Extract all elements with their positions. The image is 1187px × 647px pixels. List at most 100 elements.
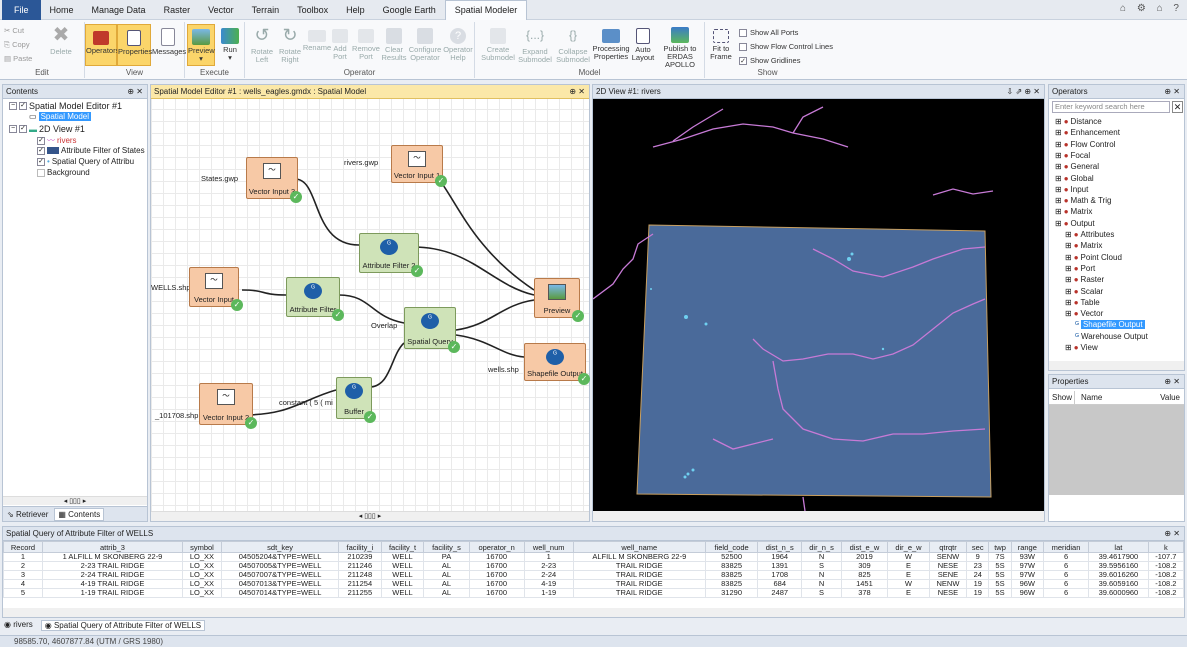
operator-help-button[interactable]: ? Operator Help xyxy=(442,24,474,62)
node-vector-input-3[interactable]: 〜 Vector Input 3 ✓ xyxy=(246,157,302,203)
tab-contents[interactable]: ▦ Contents xyxy=(54,507,105,521)
tree-item-rivers[interactable]: ✓ 〰 rivers xyxy=(37,135,77,146)
node-vector-input-1[interactable]: 〜 Vector Input 1 ✓ xyxy=(391,145,447,187)
pin-close-icon[interactable]: ⊕ ✕ xyxy=(127,85,143,98)
column-header[interactable]: facility_t xyxy=(380,541,425,553)
show-gridlines-checkbox[interactable]: ✓ Show Gridlines xyxy=(739,56,800,66)
collapse-submodel-button[interactable]: {} Collapse Submodel xyxy=(555,24,591,64)
clear-results-button[interactable]: Clear Results xyxy=(380,24,408,62)
column-header[interactable]: well_num xyxy=(523,541,574,553)
menu-manage-data[interactable]: Manage Data xyxy=(83,0,155,20)
operators-scrollbar[interactable] xyxy=(1049,361,1184,370)
column-header[interactable]: sdt_key xyxy=(220,541,340,553)
operator-item[interactable]: ⊞ ● Scalar xyxy=(1065,287,1103,296)
view-toolbar-icons[interactable]: ⇩ ⇗ ⊕ ✕ xyxy=(1007,85,1040,98)
column-header[interactable]: lat xyxy=(1088,541,1149,553)
column-header[interactable]: operator_n xyxy=(468,541,525,553)
operator-item[interactable]: ⊞ ● Math & Trig xyxy=(1055,196,1111,205)
operators-button[interactable]: Operators xyxy=(85,24,119,66)
processing-properties-button[interactable]: Processing Properties xyxy=(592,24,630,61)
model-editor-panel[interactable]: Spatial Model Editor #1 : wells_eagles.g… xyxy=(150,84,590,522)
column-header[interactable]: qtrqtr xyxy=(928,541,968,553)
messages-button[interactable]: Messages xyxy=(152,24,186,56)
table-scrollbar[interactable] xyxy=(3,608,1184,617)
operator-item[interactable]: ᴳ Warehouse Output xyxy=(1075,332,1148,341)
expand-submodel-button[interactable]: {...} Expand Submodel xyxy=(517,24,553,64)
node-spatial-query[interactable]: ᴳ Spatial Query ✓ xyxy=(404,307,460,353)
add-port-button[interactable]: Add Port xyxy=(328,24,352,61)
tab-rivers[interactable]: ◉ rivers xyxy=(4,620,33,631)
operator-item[interactable]: ᴳ Shapefile Output xyxy=(1075,320,1145,330)
show-flow-lines-checkbox[interactable]: Show Flow Control Lines xyxy=(739,42,833,52)
column-header[interactable]: dir_e_w xyxy=(887,541,930,553)
fit-to-frame-button[interactable]: Fit to Frame xyxy=(707,24,735,61)
node-attribute-filter[interactable]: ᴳ Attribute Filter ✓ xyxy=(286,277,344,321)
column-header[interactable]: dist_n_s xyxy=(757,541,803,553)
operator-item[interactable]: ⊞ ● Focal xyxy=(1055,151,1090,160)
menu-home[interactable]: Home xyxy=(41,0,83,20)
auto-layout-button[interactable]: Auto Layout xyxy=(630,24,656,62)
operator-item[interactable]: ⊞ ● Table xyxy=(1065,298,1100,307)
menu-spatial-modeler[interactable]: Spatial Modeler xyxy=(444,0,528,20)
configure-operator-button[interactable]: Configure Operator xyxy=(408,24,442,62)
pin-close-icon[interactable]: ⊕ ✕ xyxy=(1164,527,1180,540)
rotate-left-button[interactable]: ↺ Rotate Left xyxy=(247,24,277,64)
rotate-right-button[interactable]: ↻ Rotate Right xyxy=(275,24,305,64)
col-show[interactable]: Show xyxy=(1049,391,1075,404)
operator-item[interactable]: ⊞ ● Raster xyxy=(1065,275,1104,284)
node-shapefile-output[interactable]: ᴳ Shapefile Output ✓ xyxy=(524,343,590,385)
properties-button[interactable]: Properties xyxy=(117,24,152,66)
tree-item-spatial-query[interactable]: ✓ • Spatial Query of Attribu xyxy=(37,157,134,166)
table-row[interactable]: 3 2-24 TRAIL RIDGE LO_XX 04507007&TYPE=WELL… xyxy=(3,570,1184,580)
view-scrollbar[interactable] xyxy=(593,511,1044,521)
column-header[interactable]: k xyxy=(1147,541,1184,553)
column-header[interactable]: Record xyxy=(3,541,43,553)
node-vector-input[interactable]: 〜 Vector Input ✓ xyxy=(189,267,243,311)
col-value[interactable]: Value xyxy=(1145,391,1184,404)
map-canvas[interactable] xyxy=(593,99,1044,511)
operator-item[interactable]: ⊞ ● Point Cloud xyxy=(1065,253,1122,262)
show-all-ports-checkbox[interactable]: Show All Ports xyxy=(739,28,798,38)
menu-google-earth[interactable]: Google Earth xyxy=(374,0,445,20)
operator-item[interactable]: ⊞ ● Distance xyxy=(1055,117,1102,126)
operator-item[interactable]: ⊞ ● Port xyxy=(1065,264,1095,273)
operator-item[interactable]: ⊞ ● Output xyxy=(1055,219,1095,228)
column-header[interactable]: symbol xyxy=(181,541,222,553)
editor-scrollbar[interactable]: ◂ ▯▯▯ ▸ xyxy=(151,511,589,521)
operator-item[interactable]: ⊞ ● General xyxy=(1055,162,1099,171)
column-header[interactable]: sec xyxy=(966,541,990,553)
column-header[interactable]: field_code xyxy=(704,541,759,553)
attribute-table[interactable]: Record attrib_3 symbol sdt_key facility_i fac… xyxy=(3,541,1184,598)
window-controls[interactable]: ⌂ ⚙ ⌂ ? xyxy=(1120,3,1183,14)
menu-vector[interactable]: Vector xyxy=(199,0,243,20)
paste-button[interactable]: ▤ Paste xyxy=(4,54,32,63)
tree-item-2d-view[interactable]: − ✓ ▬ 2D View #1 xyxy=(9,124,85,134)
pin-close-icon[interactable]: ⊕ ✕ xyxy=(1164,375,1180,388)
table-row[interactable]: 11 ALFILL M SKONBERG 22-9 LO_XX 04505204&T… xyxy=(3,552,1184,562)
operator-item[interactable]: ⊞ ● Input xyxy=(1055,185,1088,194)
publish-button[interactable]: Publish to ERDAS APOLLO xyxy=(657,24,703,69)
column-header[interactable]: facility_s xyxy=(423,541,470,553)
column-header[interactable]: dist_e_w xyxy=(840,541,889,553)
operator-item[interactable]: ⊞ ● Enhancement xyxy=(1055,128,1120,137)
view2d-panel[interactable]: 2D View #1: rivers ⇩ ⇗ ⊕ ✕ xyxy=(592,84,1045,522)
menu-file[interactable]: File xyxy=(2,0,41,20)
operator-item[interactable]: ⊞ ● View xyxy=(1065,343,1098,352)
cut-button[interactable]: ✂ Cut xyxy=(4,26,24,35)
node-preview[interactable]: Preview ✓ xyxy=(534,278,584,322)
clear-search-icon[interactable]: ✕ xyxy=(1172,101,1183,113)
operator-item[interactable]: ⊞ ● Matrix xyxy=(1065,241,1102,250)
menu-terrain[interactable]: Terrain xyxy=(243,0,289,20)
remove-port-button[interactable]: Remove Port xyxy=(352,24,380,61)
tab-spatial-query[interactable]: ◉ Spatial Query of Attribute Filter of W… xyxy=(40,620,206,631)
col-name[interactable]: Name xyxy=(1075,391,1145,404)
column-header[interactable]: range xyxy=(1010,541,1044,553)
node-vector-input-2[interactable]: 〜 Vector Input 2 ✓ xyxy=(199,383,257,429)
create-submodel-button[interactable]: Create Submodel xyxy=(481,24,515,62)
pin-close-icon[interactable]: ⊕ ✕ xyxy=(1164,85,1180,98)
tree-item-spatial-model[interactable]: ▭ Spatial Model xyxy=(29,112,92,121)
table-row[interactable]: 2 2-23 TRAIL RIDGE LO_XX 04507005&TYPE=WELL… xyxy=(3,561,1184,571)
preview-button[interactable]: Preview ▾ xyxy=(187,24,215,66)
tree-item-editor[interactable]: − ✓ Spatial Model Editor #1 xyxy=(9,101,122,111)
tree-item-background[interactable]: Background xyxy=(37,168,90,177)
